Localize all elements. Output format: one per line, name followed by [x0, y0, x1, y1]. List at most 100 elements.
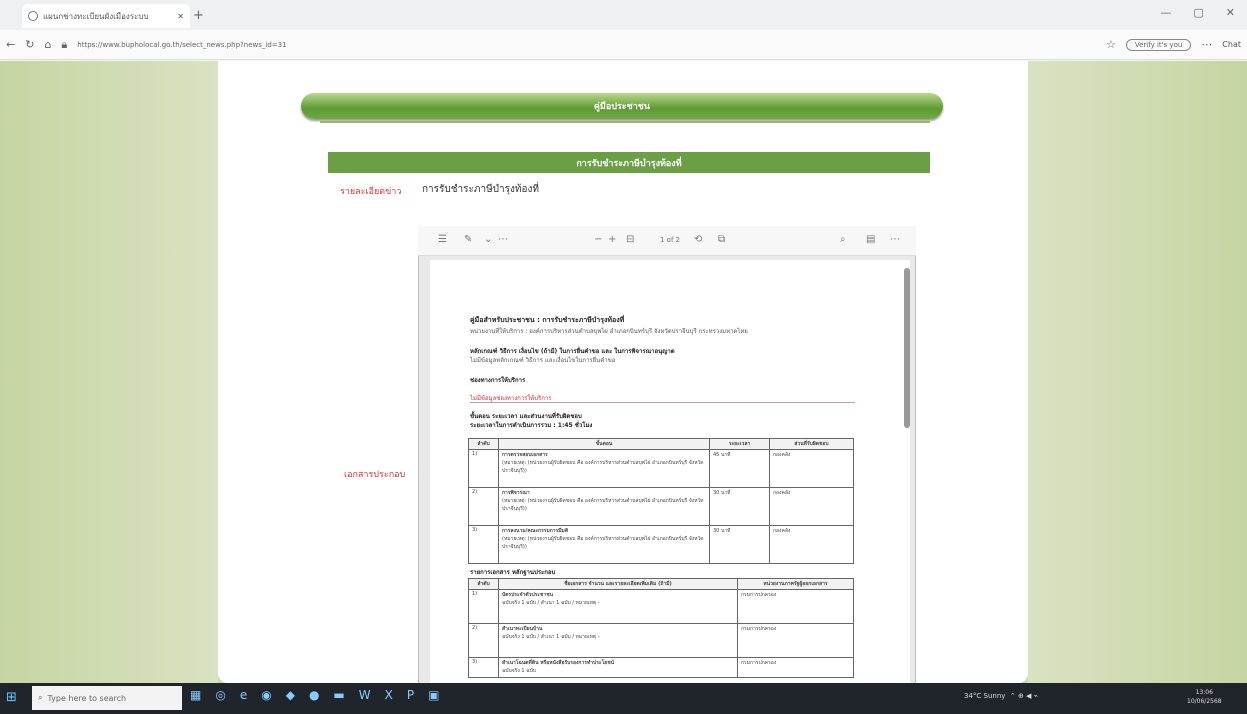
pdf-divider — [470, 402, 855, 403]
attachment-label: เอกสารประกอบ — [344, 470, 406, 480]
doc-cell: สำเนาทะเบียนบ้าน ฉบับจริง 1 ฉบับ / สำเนา … — [498, 623, 738, 658]
task-view-icon[interactable]: ◎ — [215, 688, 225, 702]
pdf-duration: ระยะเวลาในการดำเนินการรวม : 1:45 ชั่วโมง — [470, 422, 593, 429]
draw-icon[interactable]: ✎ — [464, 234, 472, 245]
table-row: 1) บัตรประจำตัวประชาชน ฉบับจริง 1 ฉบับ / … — [468, 589, 854, 624]
doc-name: สำเนาโฉนดที่ดิน หรือหนังสือรับรองการทำปร… — [502, 660, 615, 666]
step-name: การตรวจสอบเอกสาร — [502, 452, 548, 458]
zoom-in-icon[interactable]: + — [608, 234, 616, 245]
pdf-agency: หน่วยงานที่ให้บริการ : องค์การบริหารส่วน… — [470, 328, 748, 335]
more-options-icon[interactable]: ⋯ — [890, 234, 900, 245]
home-icon[interactable]: ⌂ — [44, 38, 51, 51]
table-header: ส่วนที่รับผิดชอบ — [769, 438, 854, 450]
step-note: (หมายเหตุ: (หน่วยงานผู้รับผิดชอบ คือ องค… — [502, 498, 704, 512]
table-header: ชื่อเอกสาร จำนวน และรายละเอียดเพิ่มเติม … — [498, 578, 738, 590]
chat-button[interactable]: Chat — [1222, 40, 1241, 49]
zoom-out-icon[interactable]: − — [594, 234, 602, 245]
doc-detail: ฉบับจริง 1 ฉบับ / สำเนา 1 ฉบับ / หมายเหต… — [502, 634, 600, 640]
maximize-icon[interactable]: ▢ — [1193, 6, 1203, 19]
topic-value: การรับชำระภาษีบำรุงท้องที่ — [422, 184, 539, 195]
step-unit: กองคลัง — [769, 525, 854, 564]
two-page-icon[interactable]: ⧉ — [718, 234, 725, 245]
step-cell: การตรวจสอบเอกสาร (หมายเหตุ: (หน่วยงานผู้ร… — [498, 449, 710, 488]
taskbar-clock[interactable]: 13:06 10/06/2568 — [1187, 688, 1222, 706]
step-time: 30 นาที — [709, 525, 770, 564]
banner-divider — [320, 121, 930, 123]
doc-agency: กรมการปกครอง — [737, 589, 854, 624]
doc-no: 3) — [468, 657, 499, 678]
dropdown-icon[interactable]: ⌄ — [484, 234, 492, 245]
table-row: 3) สำเนาโฉนดที่ดิน หรือหนังสือรับรองการท… — [468, 657, 854, 678]
menu-icon[interactable]: ⋯ — [1201, 38, 1212, 51]
search-icon[interactable]: ⌕ — [840, 234, 846, 245]
address-bar[interactable]: https://www.bupholocal.go.th/select_news… — [77, 41, 1096, 49]
minimize-icon[interactable]: — — [1160, 6, 1171, 19]
pdf-toolbar: ☰ ✎ ⌄ ⋯ − + ⊟ 1 of 2 ⟲ ⧉ ⌕ ▤ ⋯ — [418, 226, 916, 256]
profile-verify-button[interactable]: Verify it's you — [1125, 38, 1192, 51]
table-header-row: ลำดับ ชื่อเอกสาร จำนวน และรายละเอียดเพิ่… — [468, 578, 854, 590]
taskbar-search-placeholder: Type here to search — [47, 693, 127, 703]
taskbar — [0, 683, 1247, 714]
save-icon[interactable]: ▤ — [866, 234, 875, 245]
pdf-channel-title: ช่องทางการให้บริการ — [470, 377, 526, 384]
clock-time: 13:06 — [1195, 689, 1213, 696]
back-icon[interactable]: ← — [6, 38, 15, 51]
new-tab-button[interactable]: + — [193, 8, 204, 23]
word-icon[interactable]: W — [359, 688, 371, 702]
clock-date: 10/06/2568 — [1187, 698, 1222, 705]
table-row: 2) การพิจารณา (หมายเหตุ: (หน่วยงานผู้รับผ… — [468, 487, 854, 526]
pdf-docs-title: รายการเอกสาร หลักฐานประกอบ — [470, 569, 556, 576]
table-row: 2) สำเนาทะเบียนบ้าน ฉบับจริง 1 ฉบับ / สำเ… — [468, 623, 854, 658]
step-no: 1) — [468, 449, 499, 488]
tab-close-icon[interactable]: ✕ — [177, 12, 184, 21]
step-cell: การลงนาม/คณะกรรมการมีมติ (หมายเหตุ: (หน่ว… — [498, 525, 710, 564]
rotate-icon[interactable]: ⟲ — [694, 234, 702, 245]
right-decor-panel — [1028, 61, 1247, 683]
excel-icon[interactable]: X — [385, 688, 393, 702]
file-explorer-icon[interactable]: ▬ — [333, 688, 344, 702]
doc-no: 2) — [468, 623, 499, 658]
edge-icon[interactable]: e — [240, 688, 247, 702]
step-time: 45 นาที — [709, 449, 770, 488]
app-icon[interactable]: ▣ — [428, 688, 439, 702]
documents-table: ลำดับ ชื่อเอกสาร จำนวน และรายละเอียดเพิ่… — [468, 578, 854, 678]
taskbar-search[interactable]: ⌕ Type here to search — [32, 686, 182, 710]
chrome-icon[interactable]: ◉ — [261, 688, 271, 702]
step-time: 30 นาที — [709, 487, 770, 526]
page-banner: คู่มือประชาชน — [301, 93, 943, 119]
step-name: การพิจารณา — [502, 490, 530, 496]
powerpoint-icon[interactable]: P — [407, 688, 414, 702]
more-tools-icon[interactable]: ⋯ — [498, 234, 508, 245]
table-row: 3) การลงนาม/คณะกรรมการมีมติ (หมายเหตุ: (ห… — [468, 525, 854, 564]
doc-detail: ฉบับจริง 1 ฉบับ / สำเนา 1 ฉบับ / หมายเหต… — [502, 600, 600, 606]
store-icon[interactable]: ◆ — [286, 688, 295, 702]
window-controls: — ▢ ✕ — [1160, 6, 1235, 19]
doc-name: บัตรประจำตัวประชาชน — [502, 592, 554, 598]
tab-favicon-icon — [28, 11, 38, 21]
browser-tab[interactable]: แผนกช่างทะเบียนผังเมืองระบบ ✕ — [22, 4, 190, 28]
doc-agency: กรมการปกครอง — [737, 623, 854, 658]
doc-detail: ฉบับจริง 1 ฉบับ — [502, 668, 536, 674]
star-icon[interactable]: ☆ — [1106, 38, 1116, 51]
table-row: 1) การตรวจสอบเอกสาร (หมายเหตุ: (หน่วยงานผ… — [468, 449, 854, 488]
step-no: 2) — [468, 487, 499, 526]
table-header: ระยะเวลา — [709, 438, 770, 450]
step-unit: กองคลัง — [769, 449, 854, 488]
firefox-icon[interactable]: ● — [309, 688, 319, 702]
topic-label: รายละเอียดข่าว — [340, 187, 402, 197]
step-note: (หมายเหตุ: (หน่วยงานผู้รับผิดชอบ คือ องค… — [502, 536, 704, 550]
contents-icon[interactable]: ☰ — [438, 234, 447, 245]
widgets-icon[interactable]: ▦ — [190, 688, 201, 702]
close-window-icon[interactable]: ✕ — [1226, 6, 1235, 19]
lock-icon[interactable]: 🔒︎ — [61, 38, 67, 52]
windows-start-icon[interactable]: ⊞ — [6, 690, 22, 706]
page-indicator[interactable]: 1 of 2 — [660, 236, 680, 244]
pdf-scrollbar[interactable] — [904, 268, 910, 428]
system-tray[interactable]: 34°C Sunny ⌃ ⊕ ◀︎ ⌁ — [964, 692, 1038, 700]
pdf-doc-title: คู่มือสำหรับประชาชน : การรับชำระภาษีบำรุ… — [470, 316, 625, 324]
reload-icon[interactable]: ↻ — [25, 38, 34, 51]
table-header: ขั้นตอน — [498, 438, 710, 450]
fit-page-icon[interactable]: ⊟ — [626, 234, 634, 245]
step-note: (หมายเหตุ: (หน่วยงานผู้รับผิดชอบ คือ องค… — [502, 460, 704, 474]
weather-text: 34°C Sunny — [964, 692, 1006, 700]
